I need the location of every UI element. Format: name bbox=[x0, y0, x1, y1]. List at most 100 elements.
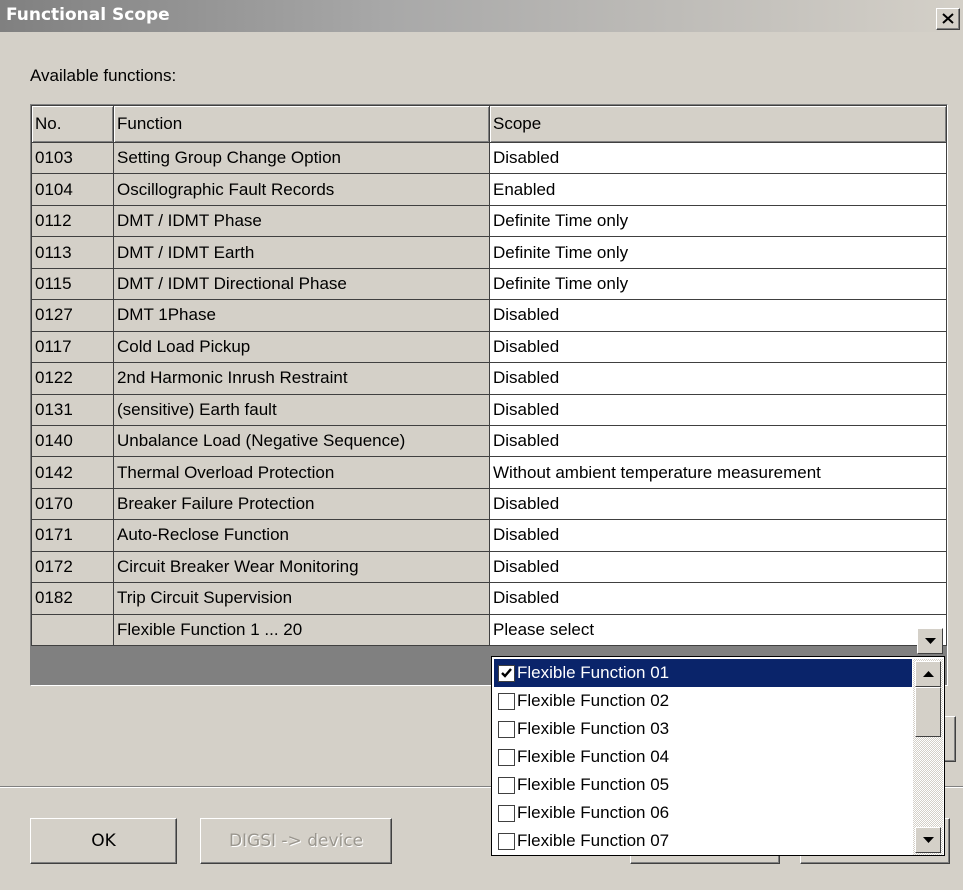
row-scope-select[interactable]: Disabled bbox=[489, 582, 947, 615]
flexible-function-combo[interactable]: Please select bbox=[489, 613, 947, 647]
row-function: DMT / IDMT Directional Phase bbox=[113, 267, 490, 301]
table-row: 0127 DMT 1Phase Disabled bbox=[31, 299, 947, 332]
available-functions-label: Available functions: bbox=[30, 66, 177, 85]
table-row: 0171 Auto-Reclose Function Disabled bbox=[31, 519, 947, 552]
table-row: 0131 (sensitive) Earth fault Disabled bbox=[31, 393, 947, 426]
row-number: 0113 bbox=[31, 236, 114, 269]
table-row: 0115 DMT / IDMT Directional Phase Definite… bbox=[31, 267, 947, 301]
row-scope-select[interactable]: Definite Time only bbox=[489, 204, 947, 238]
row-function: Setting Group Change Option bbox=[113, 141, 490, 175]
list-item[interactable]: Flexible Function 04 bbox=[494, 743, 912, 771]
row-number: 0182 bbox=[31, 582, 114, 615]
table-row: 0182 Trip Circuit Supervision Disabled bbox=[31, 582, 947, 615]
checkbox[interactable] bbox=[498, 776, 515, 794]
row-function: Breaker Failure Protection bbox=[113, 487, 490, 521]
row-scope-select[interactable]: Disabled bbox=[489, 487, 947, 521]
checkbox[interactable] bbox=[498, 804, 515, 822]
chevron-down-icon bbox=[925, 638, 936, 644]
row-scope-select[interactable]: Disabled bbox=[489, 519, 947, 552]
table-row: 0170 Breaker Failure Protection Disabled bbox=[31, 487, 947, 521]
row-number: 0115 bbox=[31, 267, 114, 301]
list-item-label: Flexible Function 03 bbox=[517, 719, 670, 738]
row-function: DMT / IDMT Earth bbox=[113, 236, 490, 269]
row-function: Thermal Overload Protection bbox=[113, 456, 490, 489]
row-function: 2nd Harmonic Inrush Restraint bbox=[113, 362, 490, 395]
row-scope-select[interactable]: Definite Time only bbox=[489, 236, 947, 269]
row-function: Trip Circuit Supervision bbox=[113, 582, 490, 615]
scroll-down-button[interactable] bbox=[915, 827, 941, 853]
column-header-scope[interactable]: Scope bbox=[489, 105, 947, 143]
column-header-no[interactable]: No. bbox=[31, 105, 114, 143]
title-bar: Functional Scope bbox=[0, 0, 963, 32]
grid-header-row: No. Function Scope bbox=[31, 105, 947, 143]
list-item[interactable]: Flexible Function 06 bbox=[494, 799, 912, 827]
ok-button[interactable]: OK bbox=[30, 818, 177, 864]
row-number: 0140 bbox=[31, 424, 114, 458]
checkbox[interactable] bbox=[498, 720, 515, 738]
row-function: Oscillographic Fault Records bbox=[113, 173, 490, 206]
checkbox[interactable] bbox=[498, 692, 515, 710]
table-row: Flexible Function 1 ... 20 Please select bbox=[31, 613, 947, 647]
scroll-up-button[interactable] bbox=[915, 661, 941, 687]
row-number: 0171 bbox=[31, 519, 114, 552]
row-scope-select[interactable]: Disabled bbox=[489, 362, 947, 395]
row-function: DMT 1Phase bbox=[113, 299, 490, 332]
window-title: Functional Scope bbox=[6, 5, 170, 25]
row-scope-select[interactable]: Enabled bbox=[489, 173, 947, 206]
table-row: 0117 Cold Load Pickup Disabled bbox=[31, 330, 947, 364]
row-scope-select[interactable]: Without ambient temperature measurement bbox=[489, 456, 947, 489]
row-function: Circuit Breaker Wear Monitoring bbox=[113, 550, 490, 584]
list-item[interactable]: Flexible Function 03 bbox=[494, 715, 912, 743]
checkbox[interactable] bbox=[498, 664, 515, 682]
flexible-function-dropdown-list[interactable]: Flexible Function 01 Flexible Function 0… bbox=[491, 656, 945, 856]
scroll-thumb[interactable] bbox=[915, 687, 941, 737]
row-number: 0122 bbox=[31, 362, 114, 395]
list-item[interactable]: Flexible Function 05 bbox=[494, 771, 912, 799]
table-row: 0122 2nd Harmonic Inrush Restraint Disable… bbox=[31, 362, 947, 395]
column-header-function[interactable]: Function bbox=[113, 105, 490, 143]
close-icon bbox=[942, 13, 954, 24]
row-scope-select[interactable]: Disabled bbox=[489, 141, 947, 175]
row-function: Auto-Reclose Function bbox=[113, 519, 490, 552]
row-scope-select[interactable]: Disabled bbox=[489, 424, 947, 458]
table-row: 0113 DMT / IDMT Earth Definite Time only bbox=[31, 236, 947, 269]
ok-button-label: OK bbox=[91, 831, 116, 851]
chevron-up-icon bbox=[923, 671, 934, 677]
close-button[interactable] bbox=[936, 8, 960, 30]
table-row: 0140 Unbalance Load (Negative Sequence) Di… bbox=[31, 424, 947, 458]
row-number: 0117 bbox=[31, 330, 114, 364]
checkbox[interactable] bbox=[498, 832, 515, 850]
row-number: 0103 bbox=[31, 141, 114, 175]
row-number: 0170 bbox=[31, 487, 114, 521]
row-scope-select[interactable]: Disabled bbox=[489, 330, 947, 364]
row-scope-select[interactable]: Disabled bbox=[489, 550, 947, 584]
row-scope-select[interactable]: Disabled bbox=[489, 393, 947, 426]
list-item[interactable]: Flexible Function 07 bbox=[494, 827, 912, 855]
list-item-label: Flexible Function 05 bbox=[517, 775, 670, 794]
row-number: 0131 bbox=[31, 393, 114, 426]
row-function: DMT / IDMT Phase bbox=[113, 204, 490, 238]
chevron-down-icon bbox=[923, 837, 934, 843]
table-row: 0142 Thermal Overload Protection Without a… bbox=[31, 456, 947, 489]
combo-dropdown-button[interactable] bbox=[917, 628, 943, 654]
table-row: 0172 Circuit Breaker Wear Monitoring Disab… bbox=[31, 550, 947, 584]
functions-grid: No. Function Scope 0103 Setting Group Cha… bbox=[31, 105, 947, 647]
row-function: (sensitive) Earth fault bbox=[113, 393, 490, 426]
row-number: 0112 bbox=[31, 204, 114, 238]
row-scope-select[interactable]: Disabled bbox=[489, 299, 947, 332]
list-item-label: Flexible Function 07 bbox=[517, 831, 670, 850]
list-item-label: Flexible Function 06 bbox=[517, 803, 670, 822]
list-item[interactable]: Flexible Function 01 bbox=[494, 659, 912, 687]
table-row: 0104 Oscillographic Fault Records Enabled bbox=[31, 173, 947, 206]
list-item[interactable]: Flexible Function 02 bbox=[494, 687, 912, 715]
list-item-label: Flexible Function 02 bbox=[517, 691, 670, 710]
list-item-label: Flexible Function 04 bbox=[517, 747, 670, 766]
table-row: 0112 DMT / IDMT Phase Definite Time only bbox=[31, 204, 947, 238]
row-number: 0104 bbox=[31, 173, 114, 206]
checkbox[interactable] bbox=[498, 748, 515, 766]
dropdown-scrollbar[interactable] bbox=[913, 659, 943, 855]
digsi-button-label: DIGSI -> device bbox=[228, 831, 364, 851]
row-scope-select[interactable]: Definite Time only bbox=[489, 267, 947, 301]
row-number: 0172 bbox=[31, 550, 114, 584]
list-item-label: Flexible Function 01 bbox=[517, 663, 670, 682]
